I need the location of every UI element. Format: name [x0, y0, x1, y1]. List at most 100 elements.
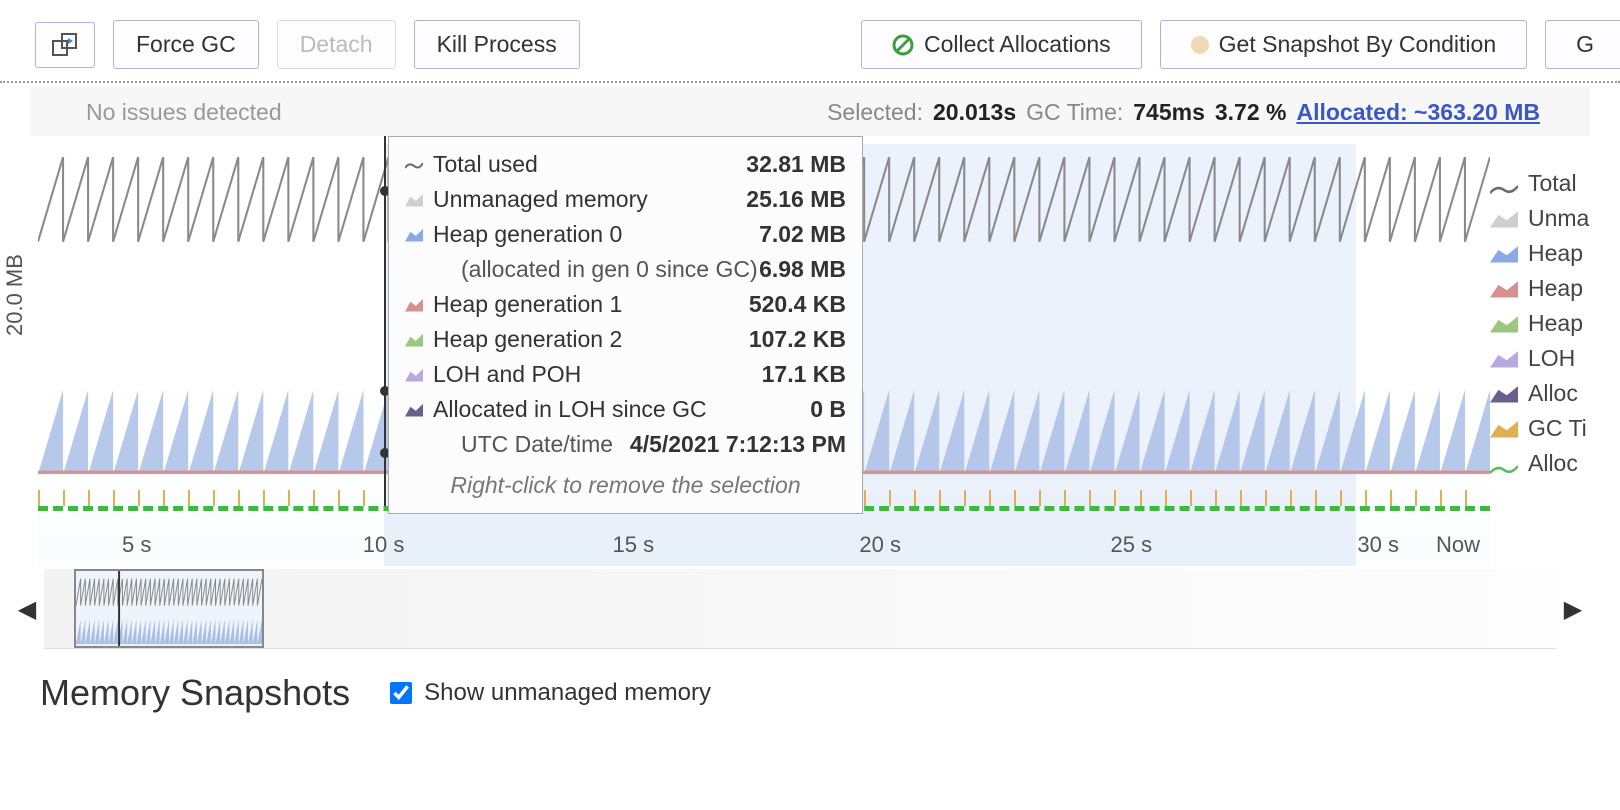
- circle-icon: [1191, 36, 1209, 54]
- y-axis-label: 20.0 MB: [2, 254, 28, 336]
- gc-time-pct: 3.72 %: [1215, 99, 1287, 126]
- legend-item-gen1[interactable]: Heap: [1490, 271, 1590, 306]
- profile-target-button[interactable]: [35, 22, 95, 68]
- tooltip-hint: Right-click to remove the selection: [405, 462, 846, 499]
- total-swatch-icon: [405, 158, 423, 172]
- spacer-icon: [405, 263, 423, 277]
- gen2-swatch-icon: [405, 333, 423, 347]
- tooltip-total-label: Total used: [433, 151, 746, 178]
- tooltip-row-unmanaged: Unmanaged memory25.16 MB: [405, 182, 846, 217]
- tooltip-row-utc: UTC Date/time4/5/2021 7:12:13 PM: [405, 427, 846, 462]
- allocloh-legend-icon: [1490, 385, 1518, 403]
- gen0-legend-icon: [1490, 245, 1518, 263]
- loh-legend-icon: [1490, 350, 1518, 368]
- loh-swatch-icon: [405, 368, 423, 382]
- x-tick: 15 s: [613, 532, 655, 558]
- status-bar: No issues detected Selected: 20.013s GC …: [30, 87, 1590, 136]
- allocated-legend-icon: [1490, 455, 1518, 473]
- tooltip-allocloh-value: 0 B: [810, 396, 846, 423]
- nav-left-button[interactable]: ◀: [10, 595, 44, 624]
- legend-item-gctime[interactable]: GC Ti: [1490, 411, 1590, 446]
- memory-chart[interactable]: 20.0 MB Total used32.81 MBUnmanaged memo…: [10, 136, 1590, 566]
- legend-item-allocloh[interactable]: Alloc: [1490, 376, 1590, 411]
- tooltip-gen2-label: Heap generation 2: [433, 326, 749, 353]
- tooltip-unmanaged-label: Unmanaged memory: [433, 186, 746, 213]
- tooltip-total-value: 32.81 MB: [746, 151, 846, 178]
- gen1-swatch-icon: [405, 298, 423, 312]
- allocated-link[interactable]: Allocated: ~363.20 MB: [1296, 99, 1540, 126]
- mini-chart: [76, 571, 262, 646]
- bottom-panel: Memory Snapshots Show unmanaged memory: [0, 650, 1620, 714]
- snapshot-by-condition-button[interactable]: Get Snapshot By Condition: [1160, 20, 1527, 69]
- legend-loh-label: LOH: [1528, 345, 1575, 372]
- truncated-button[interactable]: G: [1545, 20, 1620, 69]
- tooltip-row-gen0since: (allocated in gen 0 since GC)6.98 MB: [405, 252, 846, 287]
- cursor-line[interactable]: [384, 136, 386, 506]
- tooltip-gen0-label: Heap generation 0: [433, 221, 759, 248]
- y-axis: 20.0 MB: [10, 136, 38, 566]
- no-entry-icon: [892, 34, 914, 56]
- legend-allocloh-label: Alloc: [1528, 380, 1578, 407]
- selected-label: Selected:: [827, 99, 923, 126]
- show-unmanaged-checkbox[interactable]: [390, 682, 412, 704]
- tooltip-gen0-value: 7.02 MB: [759, 221, 846, 248]
- tooltip-row-allocloh: Allocated in LOH since GC0 B: [405, 392, 846, 427]
- legend-item-loh[interactable]: LOH: [1490, 341, 1590, 376]
- x-tick: 30 s: [1357, 532, 1399, 558]
- legend-item-unmanaged[interactable]: Unma: [1490, 201, 1590, 236]
- nav-right-button[interactable]: ▶: [1556, 595, 1590, 624]
- snapshot-by-condition-label: Get Snapshot By Condition: [1219, 31, 1496, 58]
- tooltip-row-gen2: Heap generation 2107.2 KB: [405, 322, 846, 357]
- nav-track[interactable]: [44, 569, 1556, 649]
- collect-allocations-label: Collect Allocations: [924, 31, 1111, 58]
- gen0-swatch-icon: [405, 228, 423, 242]
- x-tick: 5 s: [122, 532, 151, 558]
- legend-gen0-label: Heap: [1528, 240, 1583, 267]
- x-tick: 10 s: [363, 532, 405, 558]
- kill-process-button[interactable]: Kill Process: [414, 20, 580, 69]
- tooltip-row-gen1: Heap generation 1520.4 KB: [405, 287, 846, 322]
- chart-body[interactable]: Total used32.81 MBUnmanaged memory25.16 …: [38, 136, 1490, 566]
- x-tick: Now: [1436, 532, 1480, 558]
- allocloh-swatch-icon: [405, 403, 423, 417]
- tooltip-gen2-value: 107.2 KB: [749, 326, 846, 353]
- tooltip-gen1-label: Heap generation 1: [433, 291, 749, 318]
- gc-time-ms: 745ms: [1133, 99, 1205, 126]
- legend-allocated-label: Alloc: [1528, 450, 1578, 477]
- total-legend-icon: [1490, 175, 1518, 193]
- triangle-left-icon: ◀: [18, 596, 36, 623]
- tooltip-row-gen0: Heap generation 07.02 MB: [405, 217, 846, 252]
- legend-unmanaged-label: Unma: [1528, 205, 1589, 232]
- collect-allocations-button[interactable]: Collect Allocations: [861, 20, 1142, 69]
- legend-item-total[interactable]: Total: [1490, 166, 1590, 201]
- show-unmanaged-checkbox-label[interactable]: Show unmanaged memory: [390, 679, 711, 707]
- tooltip-gen0since-label: (allocated in gen 0 since GC): [433, 256, 759, 283]
- tooltip-gen0since-value: 6.98 MB: [759, 256, 846, 283]
- timeline-navigator[interactable]: ◀ ▶: [10, 568, 1590, 650]
- legend-item-allocated[interactable]: Alloc: [1490, 446, 1590, 481]
- selected-value: 20.013s: [933, 99, 1016, 126]
- legend-gen2-label: Heap: [1528, 310, 1583, 337]
- tooltip-allocloh-label: Allocated in LOH since GC: [433, 396, 810, 423]
- legend-item-gen2[interactable]: Heap: [1490, 306, 1590, 341]
- legend-gctime-label: GC Ti: [1528, 415, 1587, 442]
- toolbar: Force GC Detach Kill Process Collect All…: [0, 0, 1620, 81]
- show-unmanaged-text: Show unmanaged memory: [424, 679, 711, 707]
- legend-gen1-label: Heap: [1528, 275, 1583, 302]
- tooltip-row-total: Total used32.81 MB: [405, 147, 846, 182]
- legend-item-gen0[interactable]: Heap: [1490, 236, 1590, 271]
- unmanaged-legend-icon: [1490, 210, 1518, 228]
- x-tick: 25 s: [1111, 532, 1153, 558]
- snapshots-heading: Memory Snapshots: [40, 672, 350, 714]
- force-gc-button[interactable]: Force GC: [113, 20, 259, 69]
- no-issues-label: No issues detected: [86, 99, 817, 126]
- nav-viewport[interactable]: [74, 569, 264, 648]
- tooltip-utc-label: UTC Date/time: [433, 431, 630, 458]
- gen1-legend-icon: [1490, 280, 1518, 298]
- tooltip-gen1-value: 520.4 KB: [749, 291, 846, 318]
- x-axis: 5 s10 s15 s20 s25 s30 sNow: [38, 508, 1490, 566]
- triangle-right-icon: ▶: [1564, 596, 1582, 623]
- separator: [0, 81, 1620, 83]
- gc-time-label: GC Time:: [1026, 99, 1123, 126]
- tooltip-utc-value: 4/5/2021 7:12:13 PM: [630, 431, 846, 458]
